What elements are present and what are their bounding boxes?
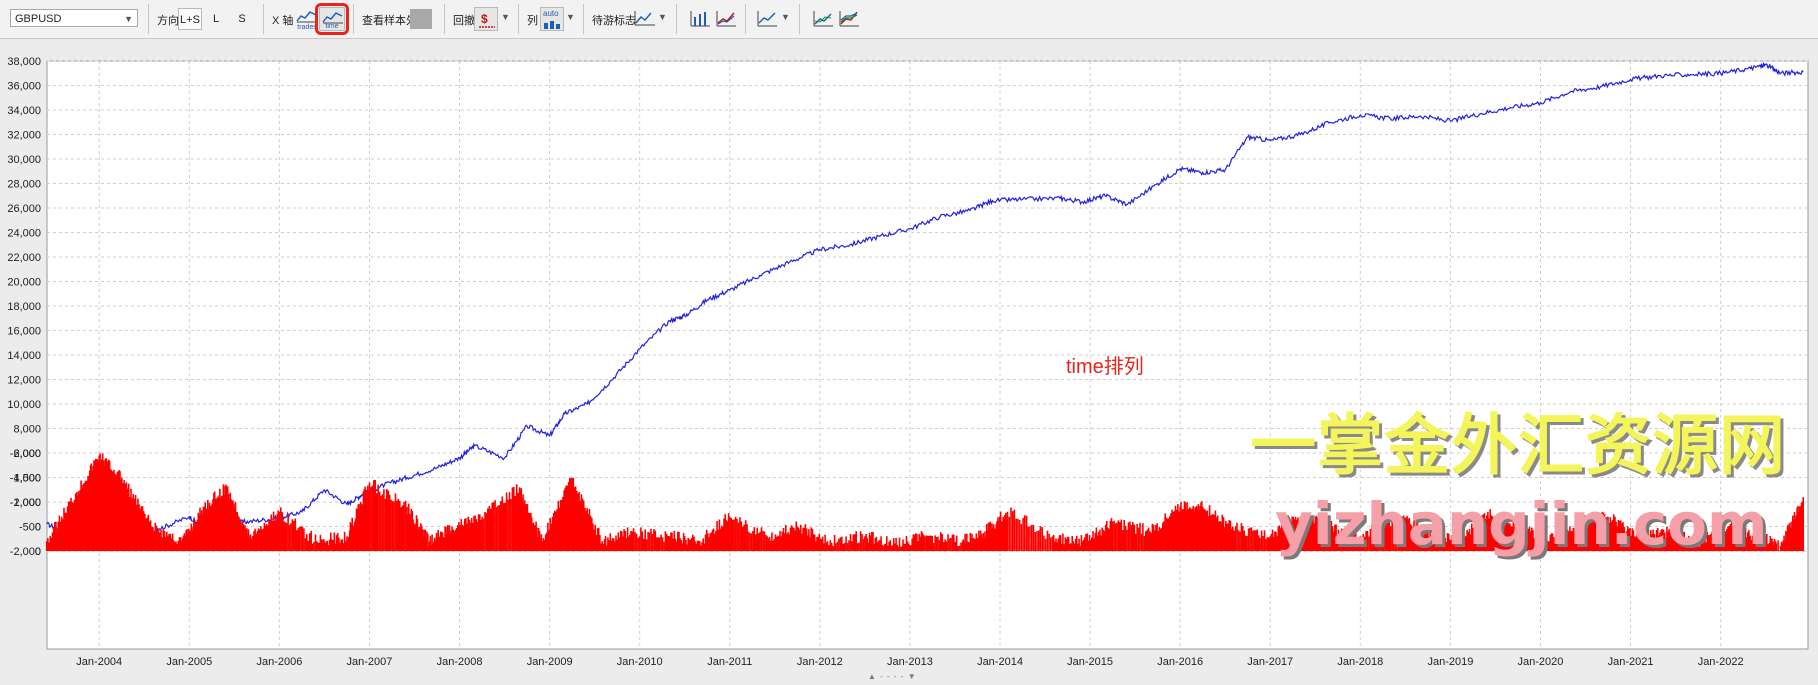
- y-tick-label: 14,000: [7, 350, 41, 362]
- line-chart-icon: [813, 11, 833, 27]
- toolbar-separator: [583, 4, 584, 34]
- x-tick-label: Jan-2020: [1518, 656, 1564, 668]
- x-tick-label: Jan-2004: [76, 656, 122, 668]
- chevron-down-icon[interactable]: ▼: [501, 12, 510, 22]
- y-tick-label: 8,000: [13, 424, 41, 436]
- drawdown-y-tick-label: -500: [19, 522, 41, 534]
- resize-handle[interactable]: ▲ - - - - ▼: [868, 672, 917, 681]
- toolbar-separator: [353, 4, 354, 34]
- y-tick-label: 30,000: [7, 154, 41, 166]
- chart-style-4-button[interactable]: [810, 7, 836, 31]
- x-tick-label: Jan-2012: [797, 656, 843, 668]
- column-label: 列: [527, 15, 538, 27]
- x-tick-label: Jan-2008: [437, 656, 483, 668]
- y-tick-label: 16,000: [7, 326, 41, 338]
- drawdown-y-tick-label: 0: [35, 546, 41, 558]
- y-tick-label: 38,000: [7, 56, 41, 68]
- x-tick-label: Jan-2016: [1157, 656, 1203, 668]
- symbol-select-value: GBPUSD: [15, 13, 62, 25]
- drawdown-y-tick-label: -2,000: [10, 448, 41, 460]
- x-tick-label: Jan-2018: [1337, 656, 1383, 668]
- svg-text:$: $: [481, 12, 488, 26]
- x-tick-label: Jan-2013: [887, 656, 933, 668]
- x-tick-label: Jan-2022: [1698, 656, 1744, 668]
- bars-icon: [544, 21, 560, 29]
- xaxis-time-text: time: [325, 23, 339, 30]
- line-chart-icon: [634, 11, 655, 26]
- x-tick-label: Jan-2011: [707, 656, 752, 668]
- x-tick-label: Jan-2006: [256, 656, 302, 668]
- direction-l-button[interactable]: L: [206, 8, 226, 30]
- toolbar-separator: [799, 4, 800, 34]
- hover-label: 待游标志: [592, 15, 636, 27]
- toolbar-separator: [676, 4, 677, 34]
- chart-area: -2,000 0 2,000 4,000 6,000 8,000 10,000 12,000 1…: [0, 44, 1818, 682]
- y-tick-label: 32,000: [7, 130, 41, 142]
- xaxis-trades-button[interactable]: trades: [294, 7, 320, 31]
- equity-chart: -2,00002,0004,0006,0008,00010,00012,0001…: [0, 44, 1818, 682]
- x-tick-label: Jan-2005: [166, 656, 212, 668]
- y-tick-label: 12,000: [7, 375, 41, 387]
- y-tick-label: 18,000: [7, 301, 41, 313]
- toolbar: GBPUSD ▼ 方向 L+S L S X 轴 trades time 查看样本…: [0, 0, 1818, 39]
- bar-line-chart-icon: [690, 11, 710, 27]
- x-tick-label: Jan-2010: [617, 656, 663, 668]
- drawdown-dollar-button[interactable]: $: [474, 7, 498, 31]
- drawdown-y-tick-label: -1,000: [10, 497, 41, 509]
- hover-marker-button[interactable]: [632, 7, 658, 31]
- chart-style-1-button[interactable]: [687, 7, 713, 31]
- chart-style-5-button[interactable]: [836, 7, 862, 31]
- line-chart-icon: [322, 12, 343, 24]
- xaxis-label: X 轴: [272, 15, 294, 27]
- toolbar-separator: [148, 4, 149, 34]
- column-auto-button[interactable]: auto: [540, 7, 564, 31]
- y-tick-label: 24,000: [7, 228, 41, 240]
- oos-toggle-button[interactable]: [410, 9, 432, 29]
- y-tick-label: 36,000: [7, 81, 41, 93]
- drawdown-y-tick-label: -1,500: [10, 473, 41, 485]
- dollar-drawdown-icon: $: [479, 12, 495, 28]
- symbol-select[interactable]: GBPUSD ▼: [10, 9, 138, 27]
- x-tick-label: Jan-2019: [1427, 656, 1473, 668]
- chevron-down-icon[interactable]: ▼: [781, 12, 790, 22]
- chevron-down-icon: ▼: [124, 14, 133, 24]
- chevron-down-icon[interactable]: ▼: [658, 12, 667, 22]
- chevron-down-icon[interactable]: ▼: [566, 12, 575, 22]
- multi-line-chart-icon: [839, 11, 859, 27]
- y-tick-label: 22,000: [7, 252, 41, 264]
- watermark-domain: yizhangjin.com: [1275, 490, 1768, 558]
- xaxis-time-button[interactable]: time: [315, 3, 349, 35]
- xaxis-trades-text: trades: [297, 24, 317, 31]
- column-auto-text: auto: [543, 9, 559, 18]
- drawdown-label: 回撤: [453, 15, 475, 27]
- x-tick-label: Jan-2021: [1608, 656, 1654, 668]
- direction-s-button[interactable]: S: [232, 8, 252, 30]
- chart-style-2-button[interactable]: [713, 7, 739, 31]
- toolbar-separator: [263, 4, 264, 34]
- watermark-chinese: 一掌金外汇资源网: [1250, 407, 1786, 484]
- line-chart-icon: [296, 11, 317, 23]
- x-tick-label: Jan-2014: [977, 656, 1023, 668]
- x-tick-label: Jan-2017: [1247, 656, 1293, 668]
- x-tick-label: Jan-2015: [1067, 656, 1113, 668]
- y-tick-label: 26,000: [7, 203, 41, 215]
- x-tick-label: Jan-2009: [527, 656, 573, 668]
- line-chart-red-icon: [716, 11, 736, 27]
- annotation-text: time排列: [1066, 356, 1144, 378]
- drawdown-plot-area: [46, 550, 1809, 650]
- toolbar-separator: [518, 4, 519, 34]
- line-chart-icon: [757, 11, 777, 27]
- y-tick-label: 34,000: [7, 105, 41, 117]
- toolbar-separator: [444, 4, 445, 34]
- x-tick-label: Jan-2007: [347, 656, 393, 668]
- y-tick-label: 20,000: [7, 277, 41, 289]
- chart-style-3-button[interactable]: [754, 7, 780, 31]
- y-tick-label: 10,000: [7, 399, 41, 411]
- direction-label: 方向: [157, 15, 179, 27]
- direction-ls-button[interactable]: L+S: [178, 8, 202, 30]
- oos-label: 查看样本外: [362, 15, 417, 27]
- toolbar-separator: [745, 4, 746, 34]
- y-tick-label: 28,000: [7, 179, 41, 191]
